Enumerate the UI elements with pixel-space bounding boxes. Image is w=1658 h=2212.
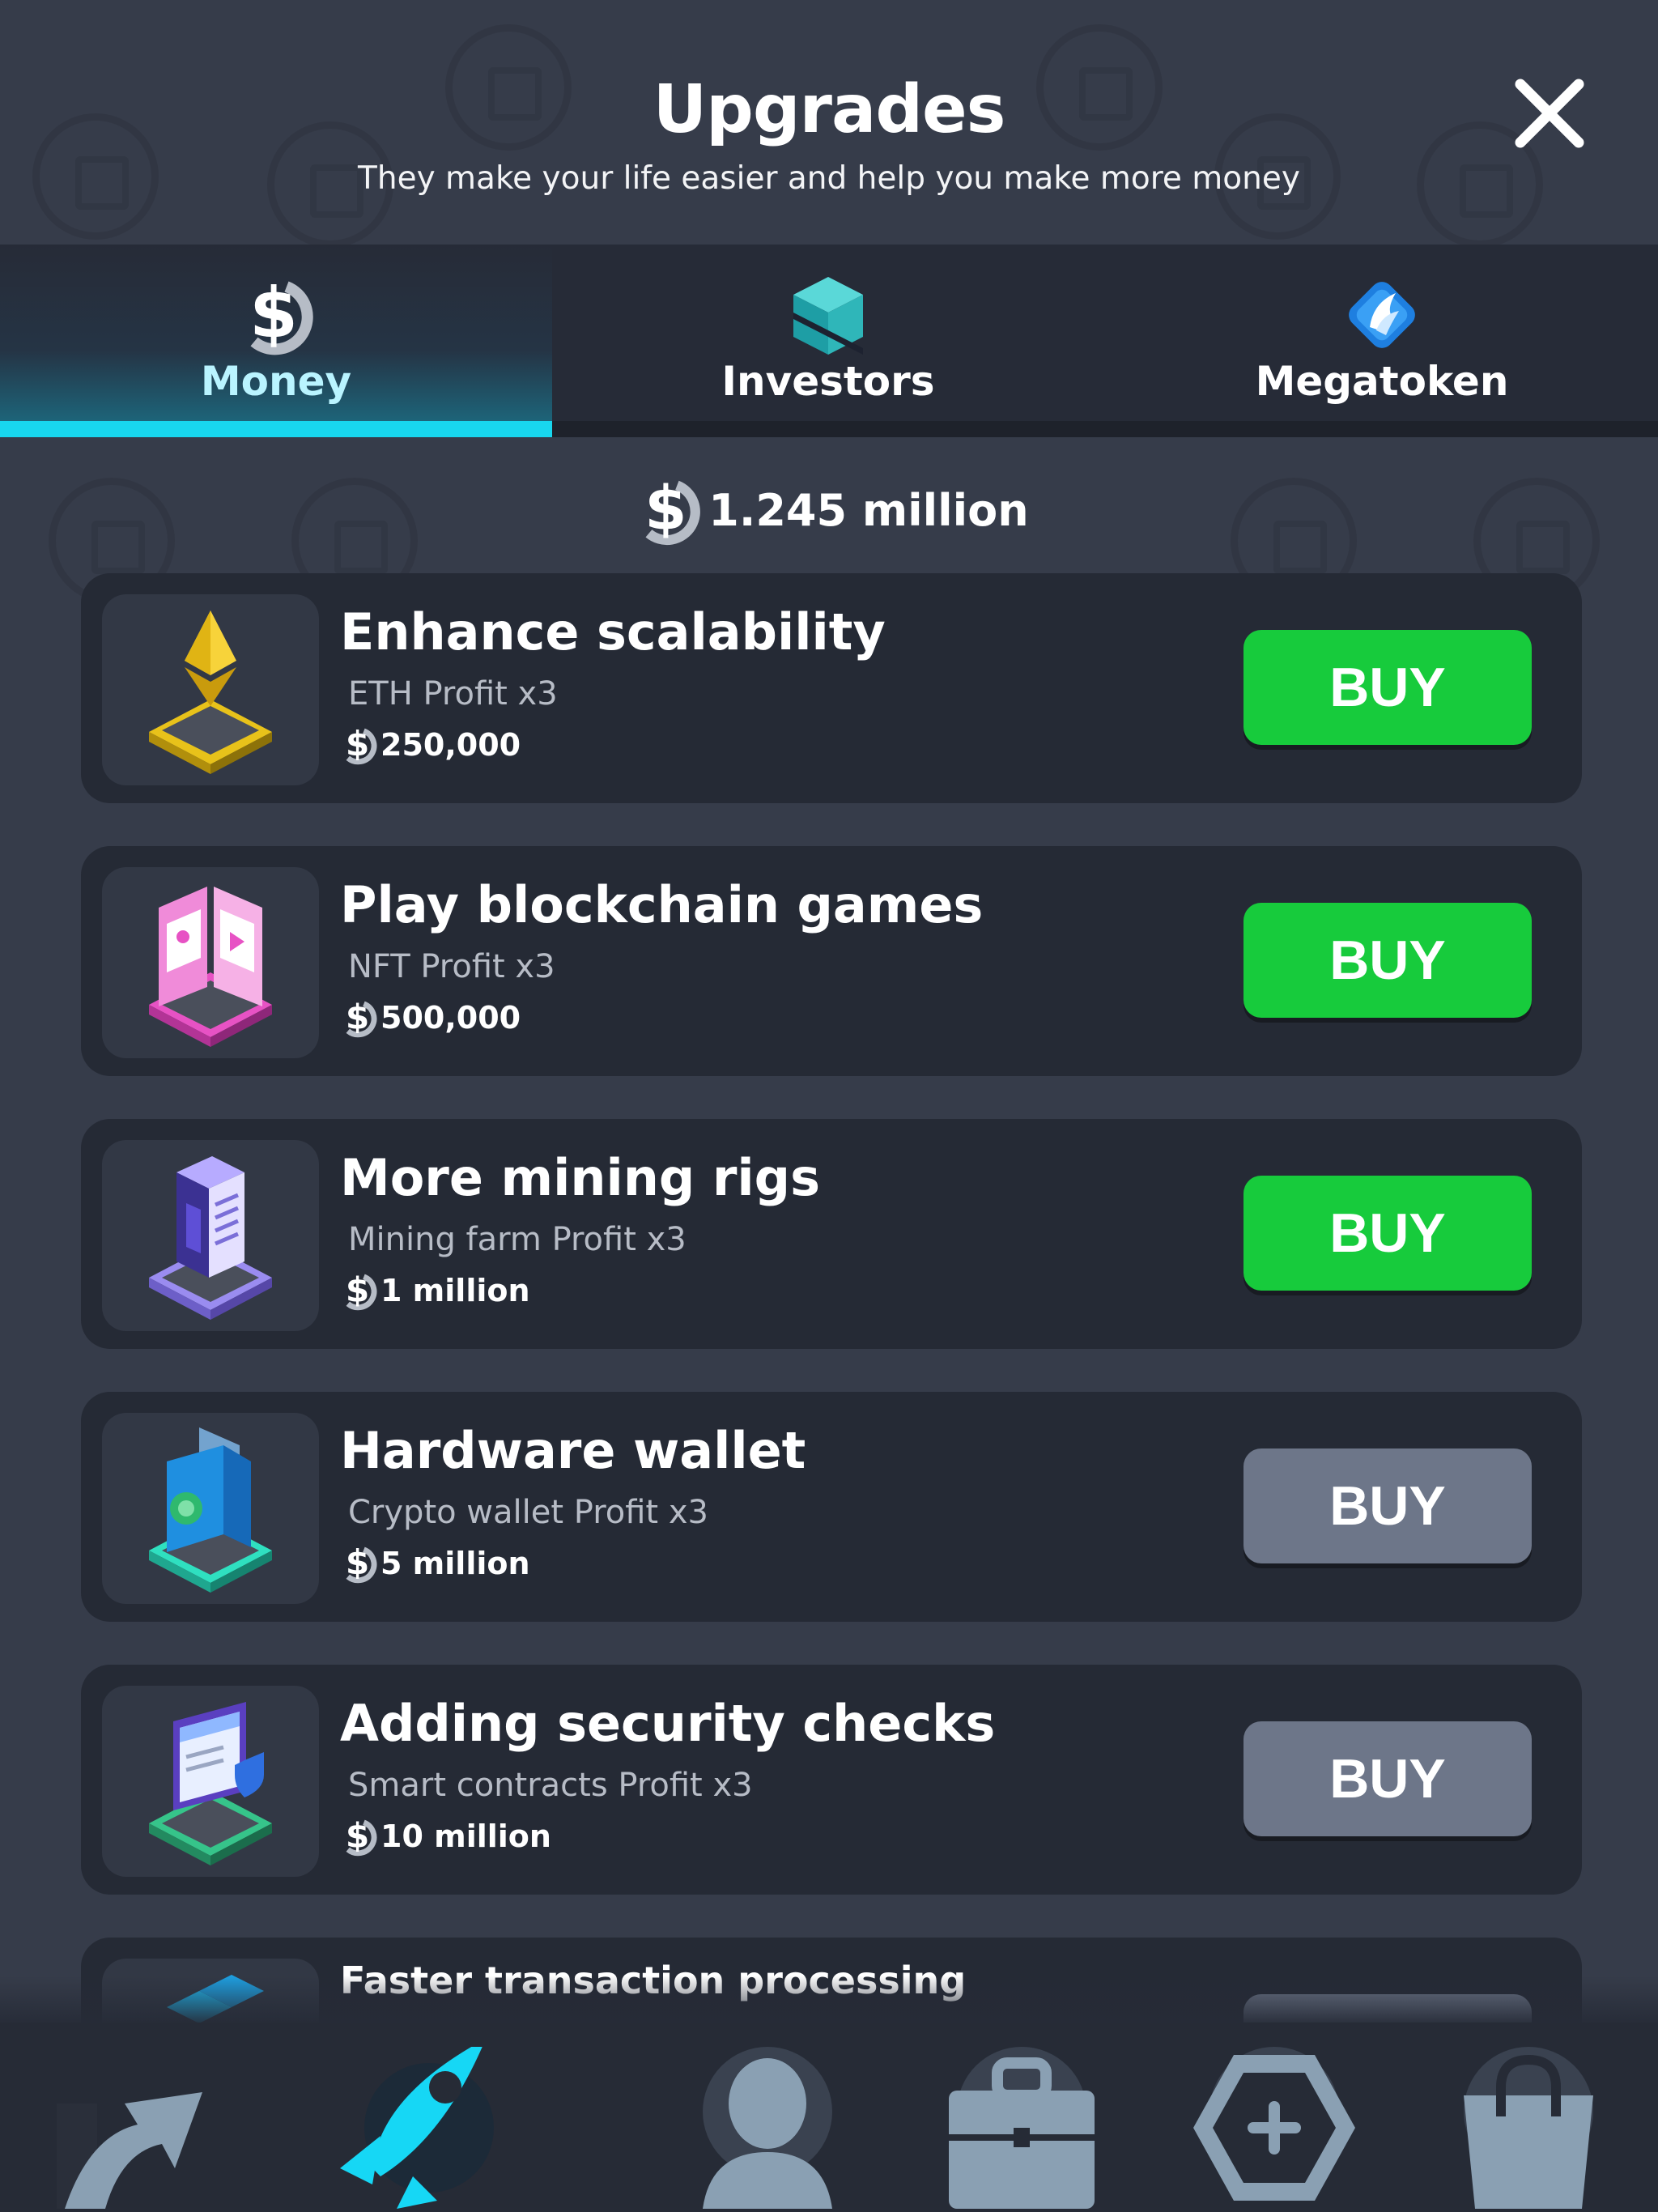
- buy-button[interactable]: BUY: [1244, 903, 1532, 1018]
- upgrade-thumbnail: [102, 867, 319, 1058]
- upgrade-thumbnail: [102, 1686, 319, 1877]
- nav-add[interactable]: [1185, 2047, 1363, 2209]
- dollar-coin-icon: $: [249, 273, 313, 355]
- upgrade-card: Hardware wallet Crypto wallet Profit x3 …: [81, 1392, 1582, 1622]
- hexagon-plus-icon: [1193, 2047, 1355, 2201]
- megatoken-icon: [1349, 282, 1415, 348]
- nav-business[interactable]: [933, 2047, 1111, 2209]
- upgrade-price-amount: 500,000: [380, 1000, 521, 1036]
- upgrade-thumbnail: [102, 594, 319, 785]
- upgrade-price: $ 5 million: [337, 1539, 530, 1588]
- svg-text:$: $: [346, 1542, 369, 1582]
- security-document-icon: [149, 1702, 272, 1865]
- upgrade-card: Adding security checks Smart contracts P…: [81, 1665, 1582, 1895]
- money-balance: $ 1.245 million: [0, 471, 1658, 546]
- svg-text:$: $: [346, 1270, 369, 1309]
- dollar-coin-icon: $: [346, 724, 377, 765]
- upgrade-title: Adding security checks: [340, 1694, 996, 1753]
- person-icon: [703, 2047, 832, 2209]
- bottom-nav: [0, 2023, 1658, 2212]
- page-subtitle: They make your life easier and help you …: [358, 160, 1300, 197]
- upgrade-title: Hardware wallet: [340, 1421, 806, 1480]
- dollar-coin-icon: $: [346, 1542, 377, 1584]
- nav-upgrade[interactable]: [40, 2047, 219, 2209]
- tab-label: Megatoken: [1255, 358, 1509, 405]
- upgrade-list[interactable]: Enhance scalability ETH Profit x3 $ 250,…: [81, 573, 1582, 2023]
- cube-icon: [793, 277, 863, 355]
- close-button[interactable]: [1509, 73, 1590, 154]
- dollar-coin-icon: $: [346, 1270, 377, 1311]
- upgrade-thumbnail: [102, 1140, 319, 1331]
- briefcase-icon: [949, 2047, 1095, 2209]
- tab-divider: [552, 421, 1658, 437]
- dollar-coin-icon: $: [645, 473, 701, 546]
- tab-label: Money: [200, 358, 352, 405]
- nav-profile[interactable]: [678, 2047, 857, 2209]
- arrow-up-icon: [57, 2092, 202, 2209]
- upgrade-price: $ 10 million: [337, 1812, 551, 1861]
- dollar-coin-icon: $: [346, 997, 377, 1038]
- upgrade-subtitle: Smart contracts Profit x3: [348, 1767, 753, 1804]
- balance-amount: 1.245 million: [708, 484, 1029, 536]
- wallet-icon: [149, 1427, 272, 1593]
- buy-button[interactable]: BUY: [1244, 1448, 1532, 1563]
- upgrade-subtitle: ETH Profit x3: [348, 675, 558, 713]
- upgrade-price: $ 1 million: [337, 1266, 530, 1315]
- buy-button[interactable]: BUY: [1244, 1176, 1532, 1291]
- upgrade-title: Enhance scalability: [340, 602, 886, 661]
- svg-text:$: $: [346, 997, 369, 1036]
- upgrade-subtitle: NFT Profit x3: [348, 948, 555, 985]
- upgrade-price-amount: 10 million: [380, 1819, 551, 1854]
- shopping-bag-icon: [1464, 2047, 1593, 2209]
- ethereum-icon: [149, 610, 272, 774]
- upgrade-subtitle: Crypto wallet Profit x3: [348, 1494, 708, 1531]
- nft-book-icon: [149, 887, 272, 1047]
- upgrade-price: $ 500,000: [337, 993, 521, 1042]
- tab-investors[interactable]: Investors: [552, 245, 1104, 437]
- close-icon: [1515, 79, 1584, 148]
- svg-text:$: $: [346, 1815, 369, 1855]
- page-title: Upgrades: [653, 71, 1006, 148]
- active-tab-indicator: [0, 421, 552, 437]
- list-fade: [0, 1976, 1658, 2024]
- buy-button[interactable]: BUY: [1244, 1721, 1532, 1836]
- tab-megatoken[interactable]: Megatoken: [1106, 245, 1658, 437]
- tab-label: Investors: [721, 358, 935, 405]
- upgrade-thumbnail: [102, 1413, 319, 1604]
- buy-button[interactable]: BUY: [1244, 630, 1532, 745]
- rocket-icon: [340, 2039, 494, 2209]
- dollar-coin-icon: $: [346, 1815, 377, 1857]
- upgrade-title: More mining rigs: [340, 1148, 820, 1207]
- upgrade-subtitle: Mining farm Profit x3: [348, 1221, 687, 1258]
- upgrade-card: Play blockchain games NFT Profit x3 $ 50…: [81, 846, 1582, 1076]
- nav-boost[interactable]: [324, 2039, 502, 2209]
- svg-text:$: $: [645, 473, 687, 544]
- upgrade-price-amount: 5 million: [380, 1546, 530, 1581]
- svg-text:$: $: [346, 724, 369, 764]
- upgrade-card: Enhance scalability ETH Profit x3 $ 250,…: [81, 573, 1582, 803]
- tab-money[interactable]: $ Money: [0, 245, 552, 437]
- tab-bar: $ Money Investors Megatoken: [0, 245, 1658, 437]
- nav-shop[interactable]: [1439, 2047, 1618, 2209]
- upgrade-price-amount: 1 million: [380, 1273, 530, 1308]
- upgrade-price-amount: 250,000: [380, 727, 521, 763]
- upgrade-price: $ 250,000: [337, 721, 521, 769]
- upgrade-card: More mining rigs Mining farm Profit x3 $…: [81, 1119, 1582, 1349]
- svg-text:$: $: [249, 273, 298, 354]
- upgrade-title: Play blockchain games: [340, 875, 984, 934]
- mining-rig-icon: [149, 1156, 272, 1320]
